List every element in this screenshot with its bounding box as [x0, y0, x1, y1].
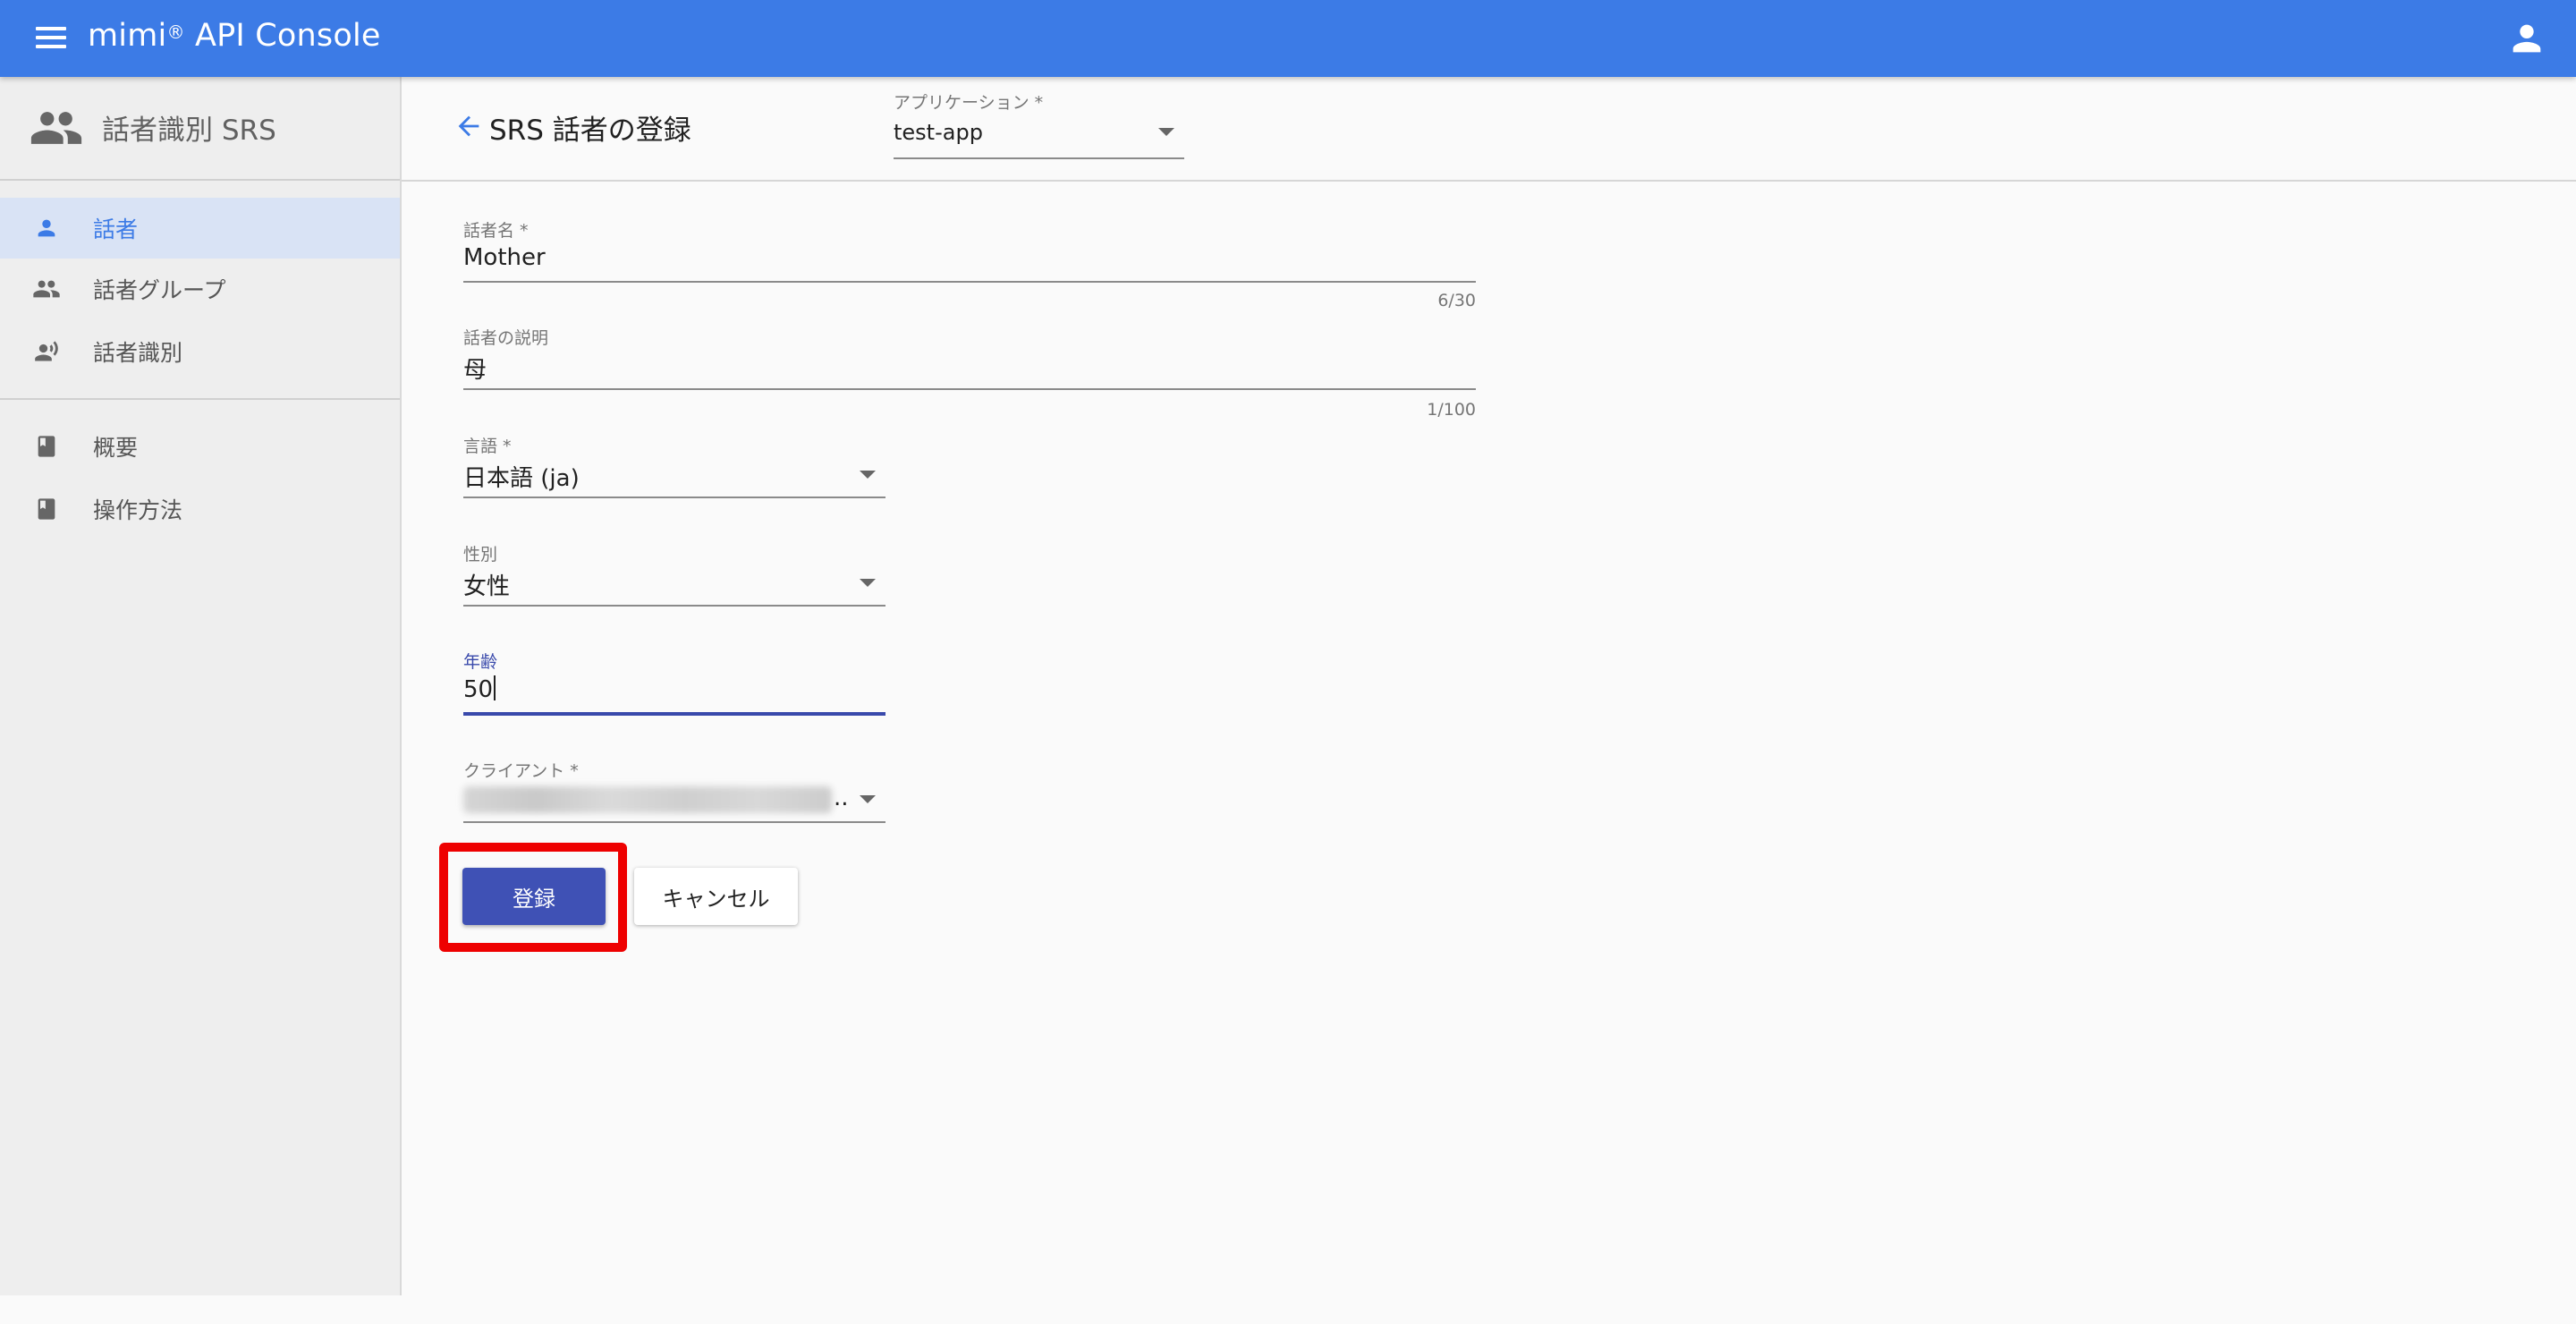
- app-title: mimi® API Console: [88, 18, 381, 54]
- person-icon: [32, 216, 61, 241]
- menu-icon[interactable]: [34, 22, 70, 55]
- language-label: 言語 *: [463, 437, 512, 456]
- arrow-back-icon[interactable]: [453, 111, 484, 141]
- register-button[interactable]: 登録: [462, 868, 606, 925]
- sidebar: 話者識別 SRS 話者 話者グループ 話者識別 概要 操作方法: [0, 77, 402, 1295]
- description-label: 話者の説明: [463, 328, 549, 348]
- sidebar-item-speaker-identification[interactable]: 話者識別: [0, 321, 400, 382]
- sidebar-item-how-to[interactable]: 操作方法: [0, 479, 400, 539]
- speaker-name-counter: 6/30: [1437, 291, 1476, 310]
- field-underline: [463, 605, 886, 607]
- people-icon: [29, 107, 84, 149]
- group-icon: [32, 276, 61, 301]
- chevron-down-icon: [860, 795, 876, 803]
- sidebar-title: 話者識別 SRS: [102, 115, 276, 147]
- field-underline-focused: [463, 712, 886, 716]
- speaker-name-field[interactable]: 話者名 * Mother 6/30: [463, 217, 1476, 316]
- page-header: SRS 話者の登録 アプリケーション * test-app: [402, 77, 2576, 182]
- sidebar-item-speakers[interactable]: 話者: [0, 198, 400, 259]
- field-underline: [463, 821, 886, 823]
- client-label: クライアント *: [463, 761, 579, 781]
- age-field[interactable]: 年齢 50: [463, 649, 886, 718]
- sidebar-item-label: 話者: [93, 216, 139, 242]
- description-field[interactable]: 話者の説明 母 1/100: [463, 325, 1476, 423]
- chevron-down-icon: [1158, 128, 1174, 136]
- sidebar-header: 話者識別 SRS: [0, 77, 400, 181]
- description-counter: 1/100: [1427, 400, 1476, 420]
- application-select-label: アプリケーション *: [894, 93, 1044, 113]
- field-underline: [463, 388, 1476, 390]
- client-select[interactable]: クライアント * ..: [463, 758, 886, 824]
- sidebar-item-label: 概要: [93, 435, 139, 461]
- sidebar-item-label: 話者グループ: [93, 277, 226, 303]
- application-select[interactable]: アプリケーション * test-app: [894, 89, 1184, 166]
- speaker-name-input[interactable]: Mother: [463, 244, 546, 271]
- book-icon: [32, 496, 61, 522]
- page-title: SRS 話者の登録: [489, 115, 691, 147]
- speaker-name-label: 話者名 *: [463, 221, 529, 241]
- voice-person-icon: [32, 339, 61, 364]
- account-icon[interactable]: [2506, 18, 2547, 59]
- description-input[interactable]: 母: [463, 352, 487, 385]
- field-underline: [463, 281, 1476, 283]
- sidebar-item-overview[interactable]: 概要: [0, 416, 400, 477]
- cancel-button[interactable]: キャンセル: [634, 868, 798, 925]
- text-cursor: [494, 675, 496, 700]
- chevron-down-icon: [860, 579, 876, 587]
- app-bar: mimi® API Console: [0, 0, 2576, 77]
- client-value-ellipsis: ..: [834, 785, 849, 811]
- gender-select[interactable]: 性別 女性: [463, 541, 886, 607]
- sidebar-item-speaker-groups[interactable]: 話者グループ: [0, 259, 400, 319]
- book-icon: [32, 434, 61, 459]
- gender-label: 性別: [463, 545, 498, 564]
- age-label: 年齢: [463, 652, 498, 672]
- language-select[interactable]: 言語 * 日本語 (ja): [463, 433, 886, 499]
- field-underline: [463, 496, 886, 498]
- select-underline: [894, 157, 1184, 159]
- sidebar-item-label: 操作方法: [93, 497, 183, 523]
- chevron-down-icon: [860, 471, 876, 479]
- age-input[interactable]: 50: [463, 675, 496, 703]
- application-select-value: test-app: [894, 120, 983, 145]
- sidebar-item-label: 話者識別: [93, 340, 183, 366]
- language-value: 日本語 (ja): [463, 465, 580, 492]
- client-value-redacted: [463, 786, 832, 813]
- gender-value: 女性: [463, 573, 511, 600]
- sidebar-divider: [0, 398, 400, 400]
